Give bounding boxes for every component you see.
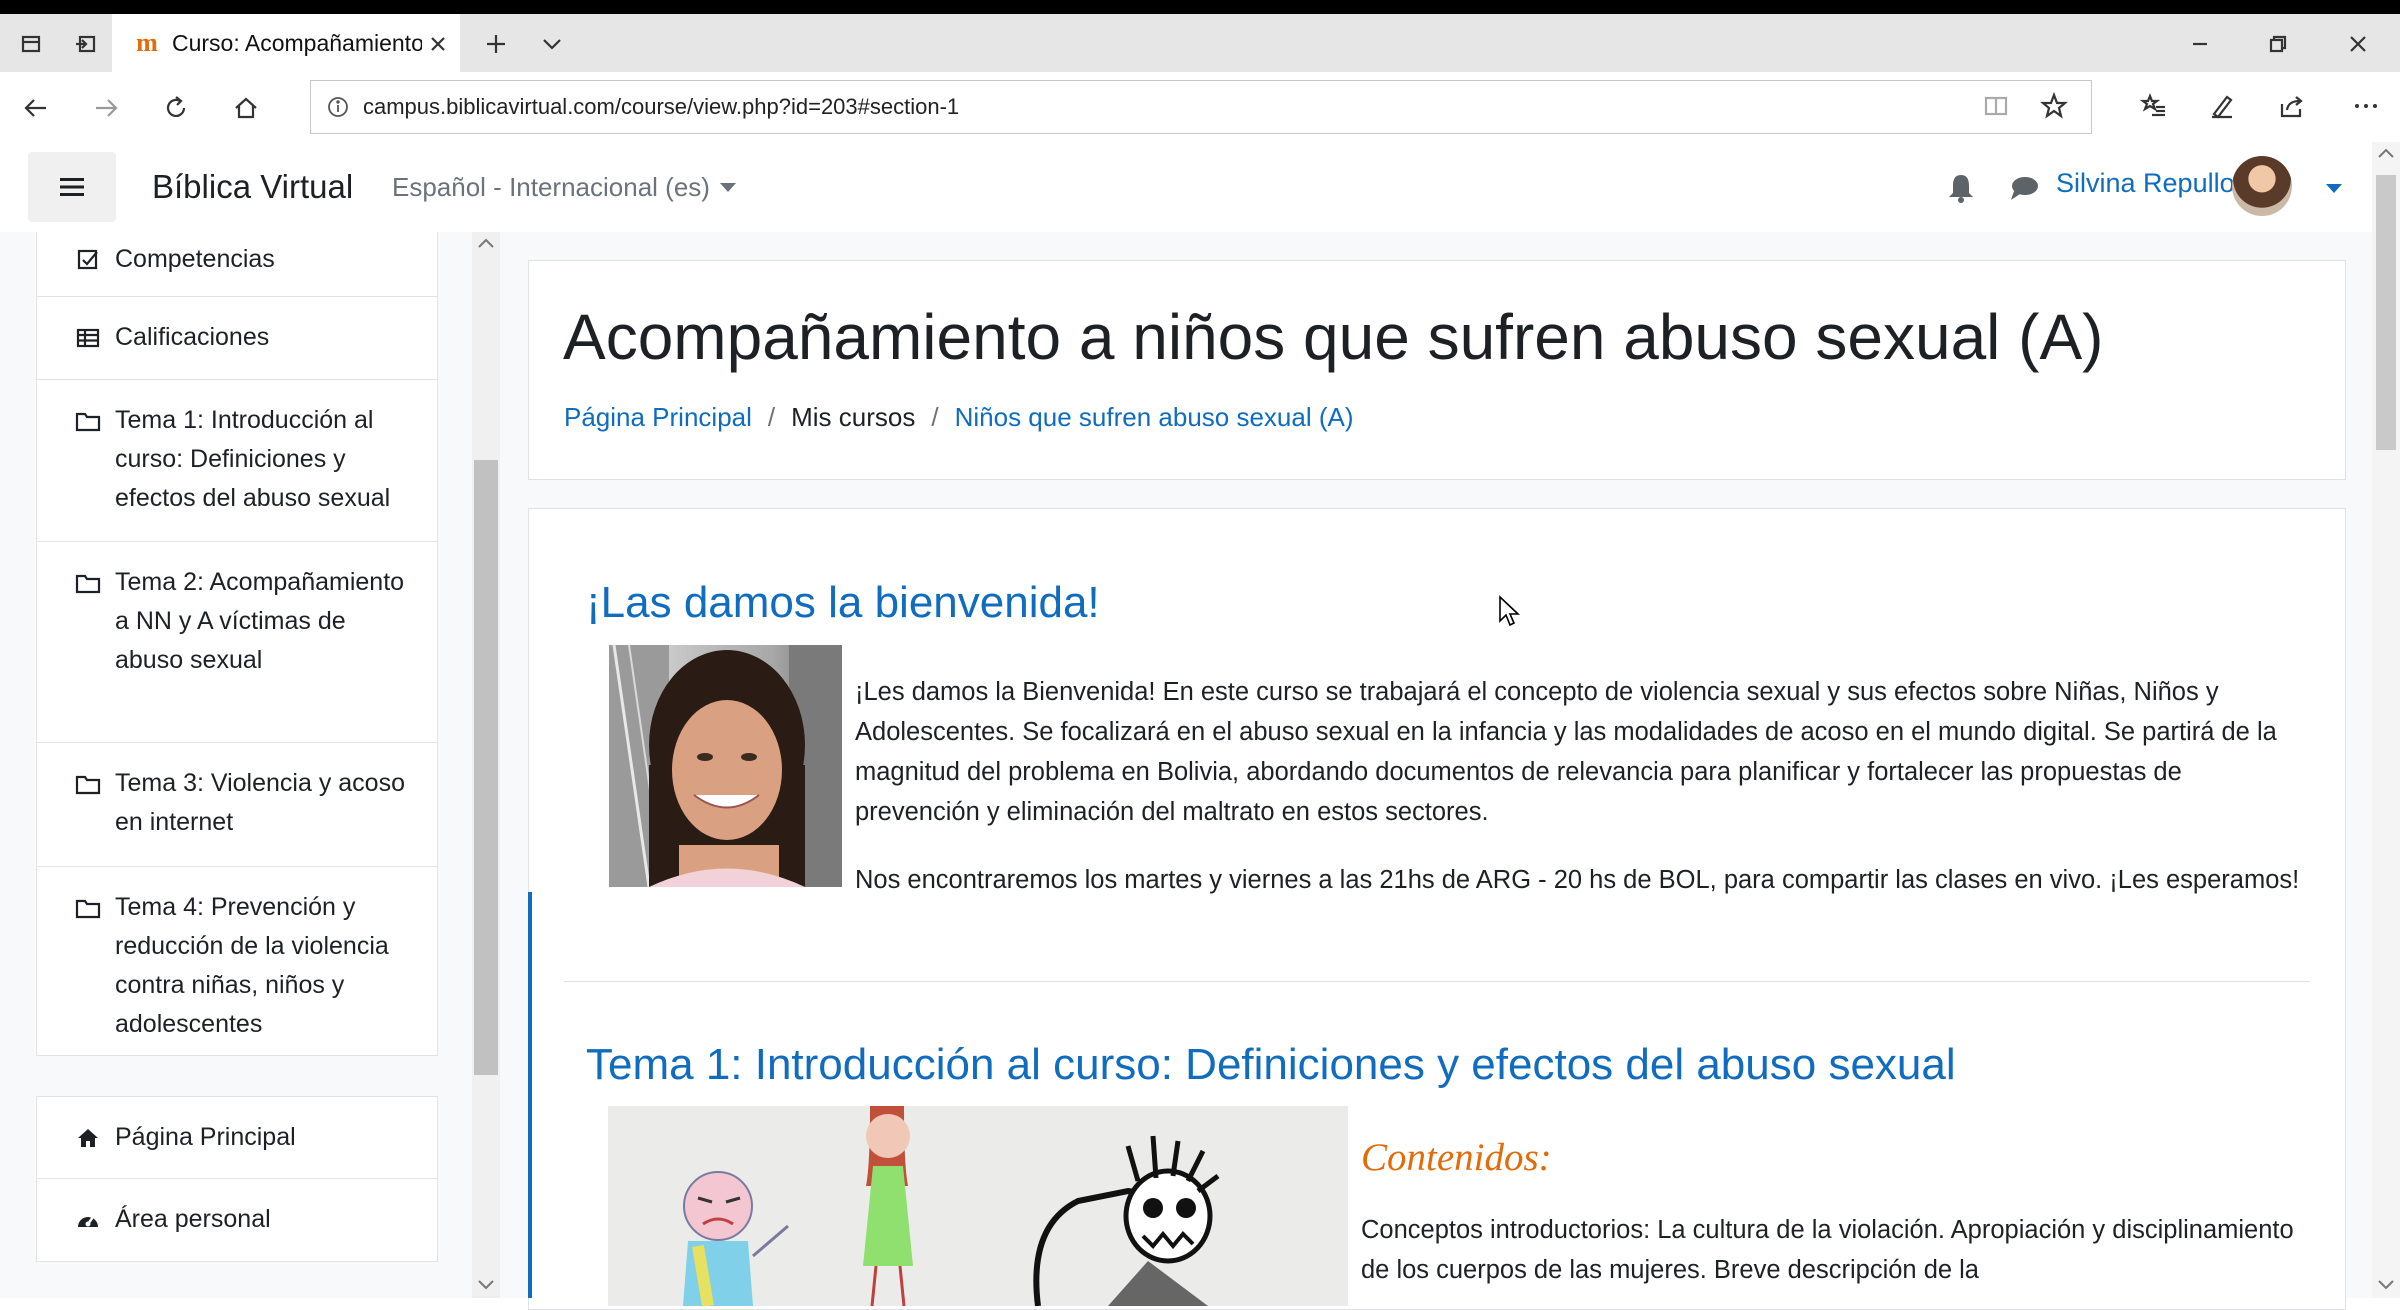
new-tab-icon[interactable]: [476, 24, 516, 64]
moodle-favicon-icon: m: [136, 28, 158, 57]
avatar[interactable]: [2232, 156, 2292, 216]
drawer-scroll-down-icon[interactable]: [477, 1278, 495, 1297]
pen-icon[interactable]: [2202, 86, 2242, 126]
minimize-icon[interactable]: [2180, 24, 2220, 64]
chevron-down-icon[interactable]: [532, 24, 572, 64]
user-menu-caret-icon[interactable]: [2326, 180, 2342, 198]
folder-icon: [73, 896, 103, 920]
page-title: Acompañamiento a niños que sufren abuso …: [563, 301, 2104, 373]
folder-icon: [73, 571, 103, 595]
breadcrumb-home-link[interactable]: Página Principal: [564, 402, 752, 433]
favorite-star-icon[interactable]: [2034, 86, 2074, 126]
share-icon[interactable]: [2272, 86, 2312, 126]
breadcrumb-separator: /: [931, 402, 939, 432]
close-window-icon[interactable]: [2338, 24, 2378, 64]
tab-list-icon[interactable]: [12, 24, 52, 64]
language-menu[interactable]: Español - Internacional (es): [392, 172, 736, 203]
notification-bell-icon[interactable]: [1946, 172, 1980, 206]
caret-down-icon: [719, 183, 736, 192]
refresh-icon[interactable]: [154, 86, 198, 130]
nav-item-label: Tema 2: Acompañamiento a NN y A víctimas…: [115, 568, 405, 674]
nav-item-label: Página Principal: [115, 1123, 296, 1151]
nav-item-area-personal[interactable]: Área personal: [37, 1179, 437, 1261]
nav-item-competencias[interactable]: Competencias: [37, 232, 437, 297]
hamburger-icon: [60, 178, 84, 196]
drawer-scroll-up-icon[interactable]: [477, 236, 495, 255]
section-divider: [564, 981, 2310, 982]
url-text: campus.biblicavirtual.com/course/view.ph…: [363, 94, 960, 119]
nav-item-label: Tema 1: Introducción al curso: Definicio…: [115, 406, 391, 512]
tab-title: Curso: Acompañamiento: [172, 29, 422, 56]
drawer-toggle-button[interactable]: [28, 152, 116, 222]
contenidos-heading: Contenidos:: [1361, 1136, 1552, 1179]
window-top-strip: [0, 0, 2400, 14]
course-nav-group: Competencias Calificaciones Tema 1: Intr…: [36, 232, 438, 1056]
messages-bubble-icon[interactable]: [2008, 174, 2042, 208]
restore-icon[interactable]: [2258, 24, 2298, 64]
nav-item-tema-1[interactable]: Tema 1: Introducción al curso: Definicio…: [37, 380, 437, 542]
favorites-list-icon[interactable]: [2134, 86, 2174, 126]
nav-item-tema-3[interactable]: Tema 3: Violencia y acoso en internet: [37, 743, 437, 867]
nav-item-calificaciones[interactable]: Calificaciones: [37, 297, 437, 380]
nav-item-tema-4[interactable]: Tema 4: Prevención y reducción de la vio…: [37, 867, 437, 1055]
section-welcome-title[interactable]: ¡Las damos la bienvenida!: [586, 578, 1100, 628]
welcome-photo: [609, 645, 842, 887]
breadcrumb-my-courses: Mis cursos: [791, 402, 916, 432]
folder-icon: [73, 772, 103, 796]
forward-arrow-icon[interactable]: [84, 86, 128, 130]
dashboard-icon: [73, 1208, 103, 1232]
browser-tab-active[interactable]: m Curso: Acompañamiento: [112, 14, 460, 72]
nav-item-label: Calificaciones: [115, 323, 270, 351]
nav-item-pagina-principal[interactable]: Página Principal: [37, 1097, 437, 1179]
nav-drawer: Competencias Calificaciones Tema 1: Intr…: [0, 232, 500, 1298]
scroll-down-arrow-icon[interactable]: [2377, 1278, 2395, 1297]
contenidos-text: Conceptos introductorios: La cultura de …: [1361, 1216, 2294, 1284]
info-icon[interactable]: [325, 94, 351, 120]
back-arrow-icon[interactable]: [14, 86, 58, 130]
breadcrumb: Página Principal / Mis cursos / Niños qu…: [564, 402, 1354, 433]
address-bar[interactable]: campus.biblicavirtual.com/course/view.ph…: [310, 80, 2092, 134]
table-icon: [73, 326, 103, 350]
tabs-aside-icon[interactable]: [66, 24, 106, 64]
tema-1-illustration: [608, 1106, 1348, 1306]
breadcrumb-separator: /: [767, 402, 776, 432]
home-browser-icon[interactable]: [224, 86, 268, 130]
more-menu-icon[interactable]: [2346, 86, 2386, 126]
nav-item-tema-2[interactable]: Tema 2: Acompañamiento a NN y A víctimas…: [37, 542, 437, 743]
nav-item-label: Tema 4: Prevención y reducción de la vio…: [115, 893, 389, 1038]
mouse-cursor-icon: [1498, 595, 1522, 636]
nav-item-label: Área personal: [115, 1205, 271, 1233]
home-icon: [73, 1126, 103, 1150]
drawer-scrollbar-thumb[interactable]: [474, 460, 498, 1075]
language-label: Español - Internacional (es): [392, 172, 710, 202]
breadcrumb-course-link[interactable]: Niños que sufren abuso sexual (A): [955, 402, 1354, 433]
user-name[interactable]: Silvina Repullo: [2056, 168, 2235, 199]
nav-item-label: Competencias: [115, 245, 275, 273]
scroll-up-arrow-icon[interactable]: [2377, 146, 2395, 165]
current-section-highlight: [528, 892, 532, 1298]
welcome-summary: ¡Les damos la Bienvenida! En este curso …: [855, 672, 2300, 928]
page-scrollbar-thumb[interactable]: [2376, 175, 2396, 450]
checkbox-icon: [73, 248, 103, 272]
section-tema-1-title[interactable]: Tema 1: Introducción al curso: Definicio…: [586, 1040, 1956, 1090]
site-nav-group: Página Principal Área personal: [36, 1096, 438, 1262]
nav-item-label: Tema 3: Violencia y acoso en internet: [115, 769, 405, 836]
welcome-paragraph: ¡Les damos la Bienvenida! En este curso …: [855, 678, 2277, 826]
close-tab-icon[interactable]: [420, 26, 456, 62]
welcome-paragraph: Nos encontraremos los martes y viernes a…: [855, 866, 2300, 894]
folder-icon: [73, 409, 103, 433]
reading-view-icon[interactable]: [1976, 86, 2016, 126]
site-brand[interactable]: Bíblica Virtual: [152, 168, 353, 206]
